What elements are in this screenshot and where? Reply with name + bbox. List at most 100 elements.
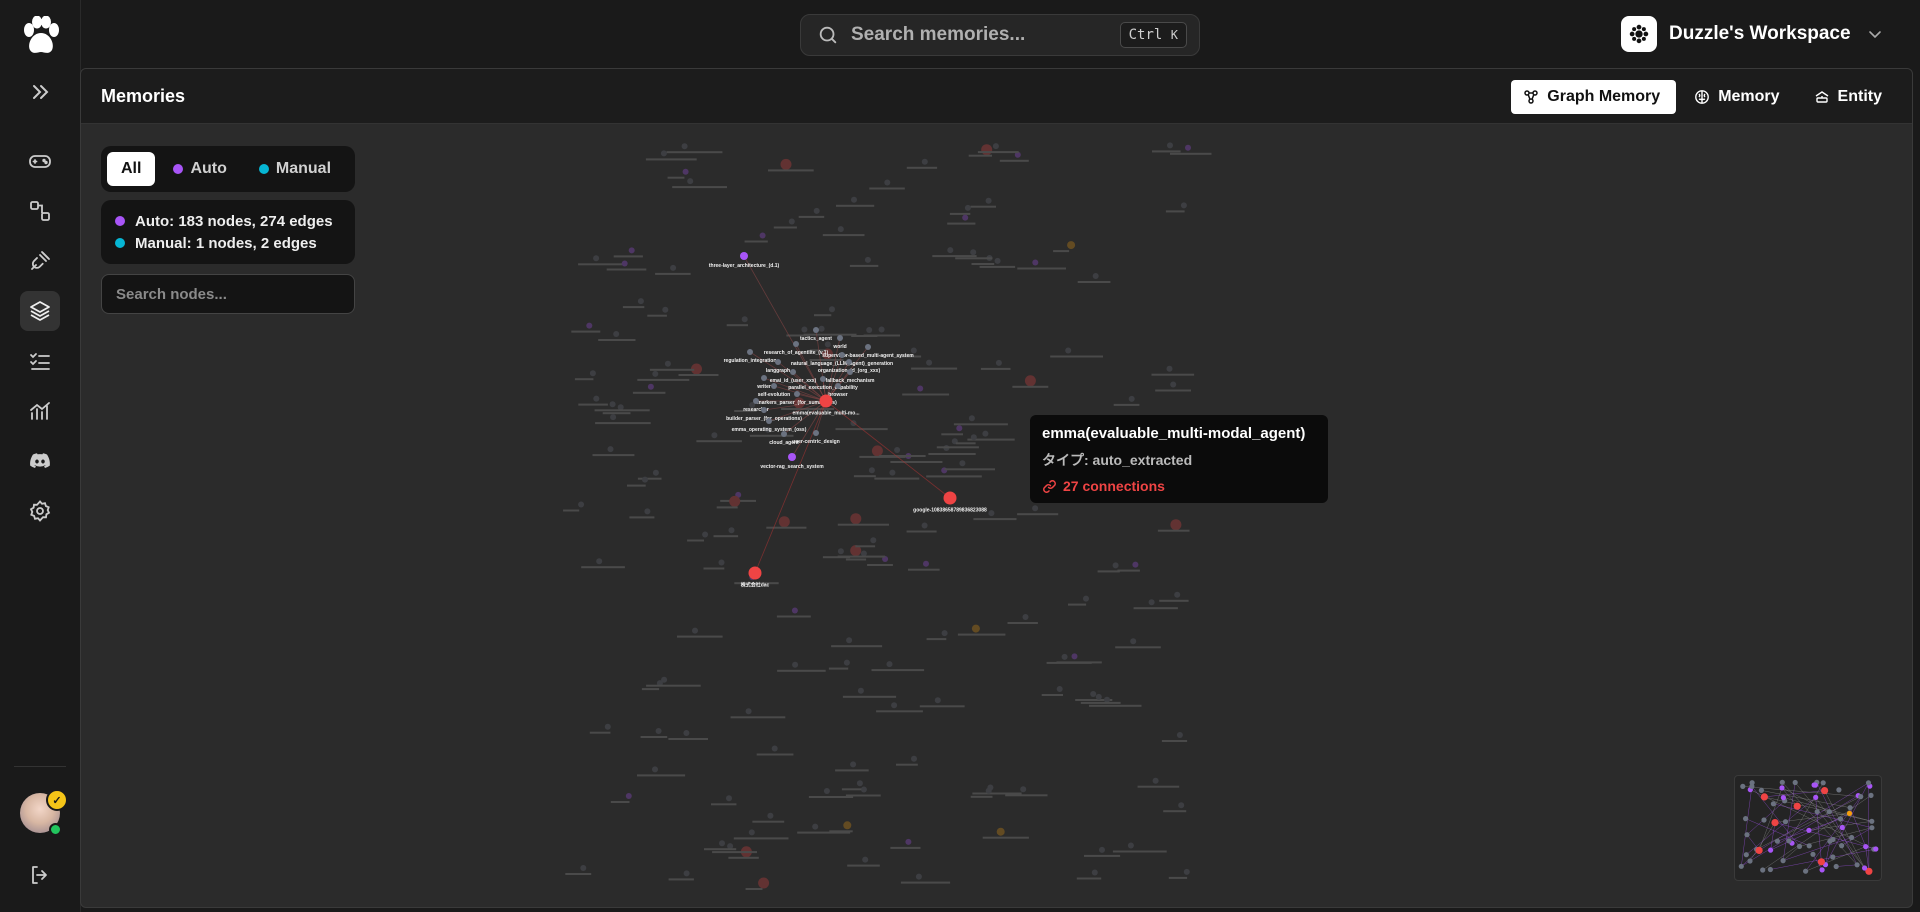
graph-node[interactable] xyxy=(843,659,850,666)
graph-node-14[interactable] xyxy=(835,383,841,389)
graph-node[interactable] xyxy=(647,383,654,390)
graph-node[interactable] xyxy=(719,840,725,847)
graph-node-17[interactable] xyxy=(819,394,833,408)
graph-node-12[interactable] xyxy=(820,376,826,382)
graph-node[interactable] xyxy=(996,827,1005,836)
graph-node[interactable] xyxy=(992,143,999,150)
workflow-icon[interactable] xyxy=(20,191,60,231)
graph-node[interactable] xyxy=(1032,505,1039,512)
graph-node[interactable] xyxy=(995,359,1002,366)
graph-node[interactable] xyxy=(941,630,948,637)
graph-node[interactable] xyxy=(662,306,669,313)
graph-node[interactable] xyxy=(711,432,718,439)
graph-node[interactable] xyxy=(886,661,893,668)
graph-node[interactable] xyxy=(1083,595,1089,602)
graph-node[interactable] xyxy=(981,144,993,156)
workspace-switcher[interactable]: Duzzle's Workspace xyxy=(1621,16,1883,52)
graph-node[interactable] xyxy=(923,560,929,567)
graph-node[interactable] xyxy=(1185,144,1191,151)
graph-node-20[interactable] xyxy=(781,431,787,437)
graph-node[interactable] xyxy=(589,370,596,377)
graph-node[interactable] xyxy=(812,823,819,830)
graph-node[interactable] xyxy=(778,516,790,528)
graph-node[interactable] xyxy=(1071,653,1078,660)
graph-node[interactable] xyxy=(851,196,857,203)
graph-node[interactable] xyxy=(934,697,941,704)
graph-node[interactable] xyxy=(915,873,922,880)
graph-node[interactable] xyxy=(593,255,600,262)
graph-node-16[interactable] xyxy=(753,398,759,404)
graph-node-9[interactable] xyxy=(790,369,796,375)
graph-node-7[interactable] xyxy=(775,359,781,365)
graph-node[interactable] xyxy=(982,430,989,437)
graph-node[interactable] xyxy=(994,257,1001,264)
graph-canvas[interactable]: three-layer_architecture_(d.1) tactics_ag… xyxy=(81,124,1912,907)
graph-node[interactable] xyxy=(628,247,635,254)
graph-node[interactable] xyxy=(604,723,611,730)
graph-node[interactable] xyxy=(1152,777,1159,784)
gamepad-icon[interactable] xyxy=(20,141,60,181)
graph-node[interactable] xyxy=(1022,614,1029,620)
graph-node[interactable] xyxy=(609,401,616,408)
graph-node[interactable] xyxy=(692,627,698,634)
graph-node[interactable] xyxy=(652,370,659,377)
graph-node[interactable] xyxy=(1178,802,1185,809)
graph-node[interactable] xyxy=(917,385,924,392)
graph-node[interactable] xyxy=(1174,591,1181,598)
graph-node[interactable] xyxy=(860,786,867,793)
graph-node[interactable] xyxy=(655,728,662,734)
graph-node[interactable] xyxy=(813,207,820,214)
graph-node[interactable] xyxy=(1099,846,1105,853)
graph-node[interactable] xyxy=(1056,686,1063,692)
graph-node[interactable] xyxy=(728,527,735,534)
graph-node[interactable] xyxy=(921,158,928,165)
graph-node[interactable] xyxy=(1091,869,1098,876)
graph-node[interactable] xyxy=(856,780,863,787)
filter-auto-button[interactable]: Auto xyxy=(159,152,240,186)
graph-node[interactable] xyxy=(610,414,617,421)
graph-node[interactable] xyxy=(593,395,600,402)
graph-node[interactable] xyxy=(866,327,873,333)
settings-gear-icon[interactable] xyxy=(20,491,60,531)
graph-node[interactable] xyxy=(971,624,980,633)
memory-graph[interactable]: three-layer_architecture_(d.1) tactics_ag… xyxy=(81,124,1912,907)
graph-node[interactable] xyxy=(818,325,825,332)
graph-node[interactable] xyxy=(911,755,917,762)
graph-node[interactable] xyxy=(891,702,898,709)
graph-node[interactable] xyxy=(625,793,632,799)
filter-all-button[interactable]: All xyxy=(107,152,156,186)
graph-node[interactable] xyxy=(1180,202,1187,209)
graph-node[interactable] xyxy=(846,637,853,644)
graph-node[interactable] xyxy=(1166,365,1173,372)
graph-node[interactable] xyxy=(947,247,954,254)
graph-node[interactable] xyxy=(586,322,593,329)
graph-node[interactable] xyxy=(862,856,869,863)
graph-node[interactable] xyxy=(868,467,875,474)
tab-graph-memory[interactable]: Graph Memory xyxy=(1511,80,1677,114)
graph-node[interactable] xyxy=(1067,241,1076,250)
graph-node[interactable] xyxy=(727,843,734,850)
graph-node[interactable] xyxy=(878,326,885,333)
graph-node[interactable] xyxy=(642,476,648,483)
graph-node[interactable] xyxy=(1024,375,1036,387)
memory-search-box[interactable]: Search memories... Ctrl K xyxy=(800,14,1200,56)
graph-node[interactable] xyxy=(1128,395,1135,402)
graph-node-21[interactable] xyxy=(813,430,819,436)
graph-node[interactable] xyxy=(1176,732,1183,738)
graph-node[interactable] xyxy=(726,795,732,802)
analytics-icon[interactable] xyxy=(20,391,60,431)
graph-node[interactable] xyxy=(870,537,877,544)
graph-node-2[interactable] xyxy=(837,335,843,341)
graph-node[interactable] xyxy=(718,559,725,566)
graph-node[interactable] xyxy=(644,508,651,515)
graph-node-8[interactable] xyxy=(846,359,852,365)
graph-node[interactable] xyxy=(652,469,659,476)
graph-node[interactable] xyxy=(660,150,667,157)
graph-node[interactable] xyxy=(970,434,977,441)
graph-node[interactable] xyxy=(889,469,896,476)
graph-node[interactable] xyxy=(864,256,871,263)
graph-node[interactable] xyxy=(613,331,620,337)
graph-node[interactable] xyxy=(964,204,971,211)
graph-node[interactable] xyxy=(681,143,688,150)
graph-node[interactable] xyxy=(687,178,694,185)
